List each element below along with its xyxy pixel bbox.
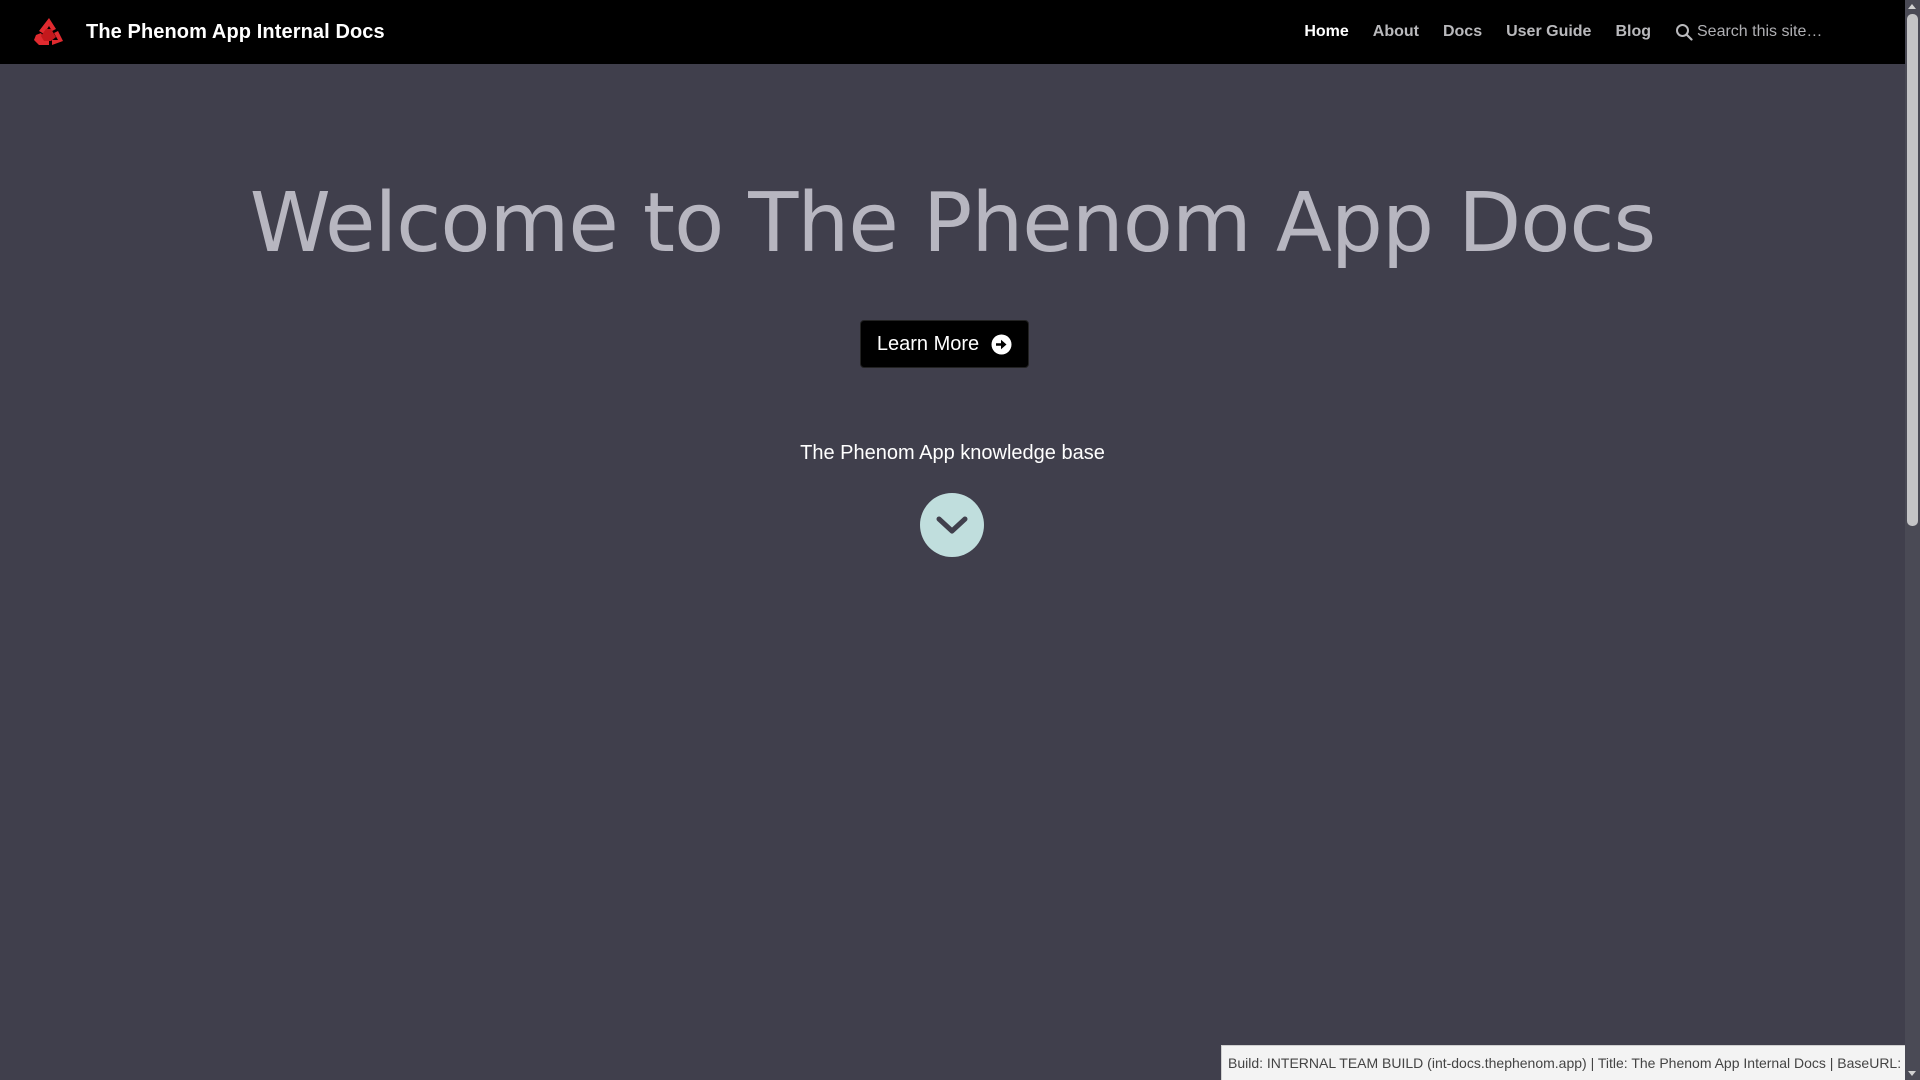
nav-link-user-guide[interactable]: User Guide xyxy=(1506,23,1591,41)
search-icon xyxy=(1676,24,1693,41)
scroll-down-button[interactable] xyxy=(920,493,984,557)
nav-link-docs[interactable]: Docs xyxy=(1443,23,1482,41)
site-title: The Phenom App Internal Docs xyxy=(86,20,385,43)
learn-more-label: Learn More xyxy=(876,332,980,355)
nav-links: Home About Docs User Guide Blog xyxy=(1304,0,1905,64)
nav-link-about[interactable]: About xyxy=(1373,23,1419,41)
arrow-circle-right-icon xyxy=(991,334,1012,354)
recycle-logo-icon xyxy=(34,18,63,45)
vertical-scrollbar[interactable] xyxy=(1905,0,1920,1080)
chevron-down-icon xyxy=(936,516,968,534)
scroll-down-arrow-icon[interactable] xyxy=(1908,1071,1916,1076)
search-input[interactable] xyxy=(1697,23,1887,41)
brand-link[interactable]: The Phenom App Internal Docs xyxy=(32,15,385,49)
search-box xyxy=(1675,23,1905,41)
tagline: The Phenom App knowledge base xyxy=(800,442,1105,464)
build-info-bar: Build: INTERNAL TEAM BUILD (int-docs.the… xyxy=(1221,1045,1905,1080)
nav-link-home[interactable]: Home xyxy=(1304,23,1348,41)
scroll-up-arrow-icon[interactable] xyxy=(1908,4,1916,9)
hero-title: Welcome to The Phenom App Docs xyxy=(249,176,1656,271)
nav-link-blog[interactable]: Blog xyxy=(1615,23,1651,41)
page: The Phenom App Internal Docs Home About … xyxy=(0,0,1920,1080)
learn-more-button[interactable]: Learn More xyxy=(860,320,1029,368)
top-navbar: The Phenom App Internal Docs Home About … xyxy=(0,0,1905,64)
scrollbar-thumb[interactable] xyxy=(1907,14,1918,526)
